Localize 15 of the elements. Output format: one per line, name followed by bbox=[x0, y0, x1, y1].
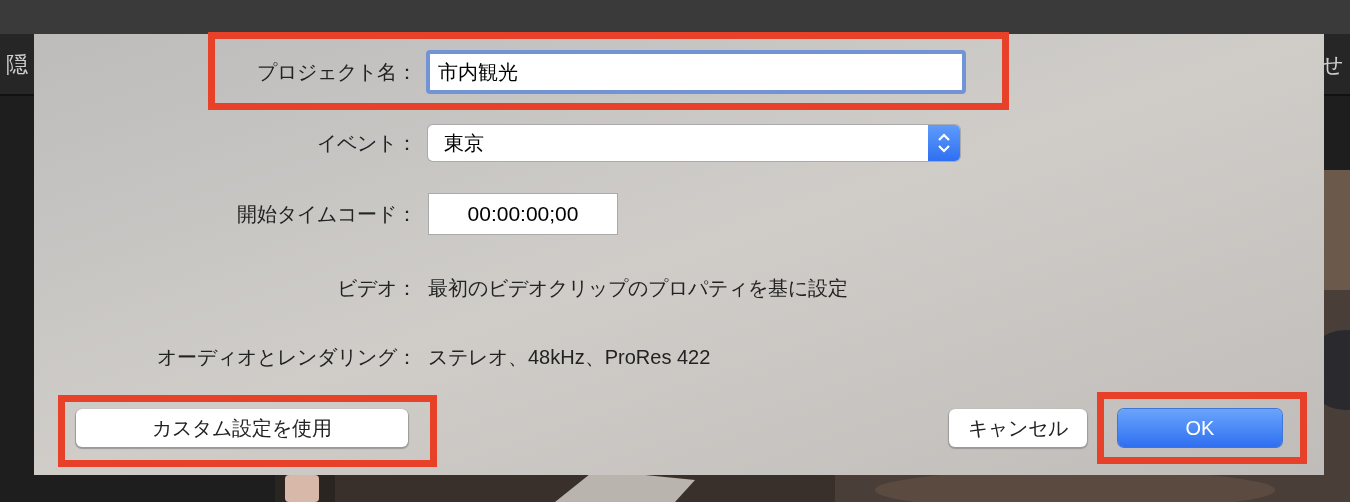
stepper-chevrons-icon bbox=[936, 131, 952, 155]
info-text: ステレオ、48kHz、ProRes 422 bbox=[428, 345, 711, 370]
timecode-field[interactable]: 00:00:00;00 bbox=[428, 193, 618, 235]
project-name-field[interactable]: 市内観光 bbox=[426, 50, 966, 94]
field-label: 開始タイムコード： bbox=[236, 202, 418, 227]
toolbar-label: せ bbox=[1321, 50, 1345, 79]
field-label: ビデオ： bbox=[336, 276, 418, 301]
info-text: 最初のビデオクリップのプロパティを基に設定 bbox=[428, 276, 848, 301]
cancel-button[interactable]: キャンセル bbox=[949, 409, 1087, 447]
toolbar-label: 隠 bbox=[5, 50, 28, 79]
event-popup[interactable]: 東京 bbox=[428, 125, 960, 161]
field-label: プロジェクト名： bbox=[256, 60, 418, 85]
custom-settings-button[interactable]: カスタム設定を使用 bbox=[76, 409, 408, 447]
field-label: オーディオとレンダリング： bbox=[156, 345, 418, 370]
field-label: イベント： bbox=[316, 131, 418, 156]
